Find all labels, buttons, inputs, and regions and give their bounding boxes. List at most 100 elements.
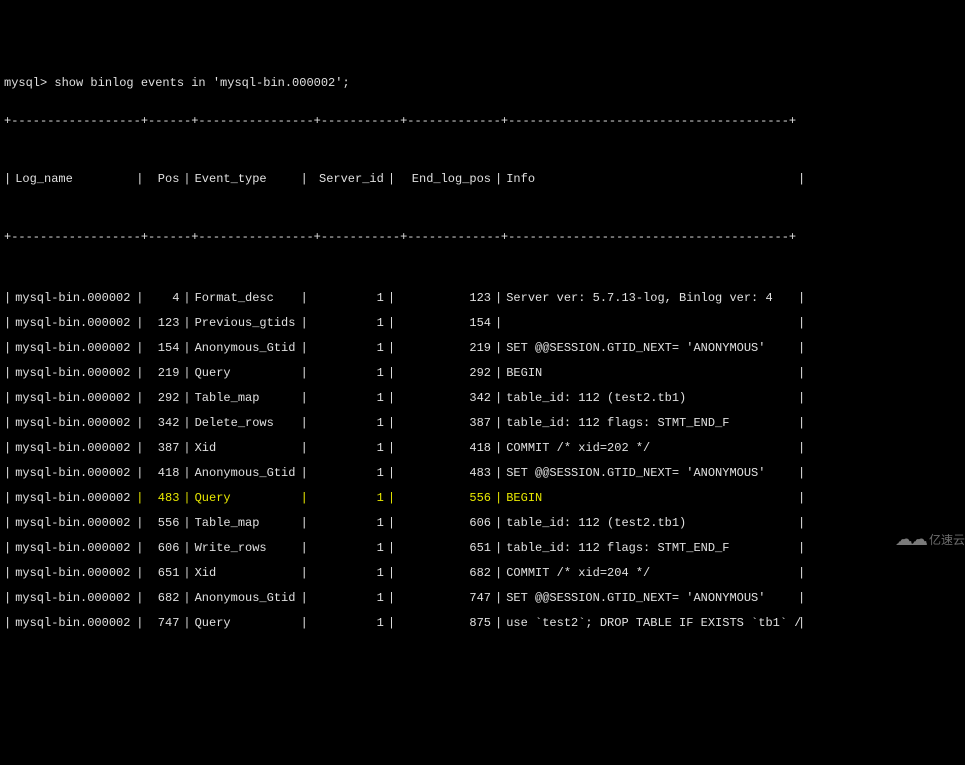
header-info: Info [502, 170, 802, 188]
cell-logname: mysql-bin.000002 [11, 614, 136, 632]
cell-info: SET @@SESSION.GTID_NEXT= 'ANONYMOUS' [502, 589, 802, 607]
col-separator: | [798, 414, 805, 432]
col-separator: | [388, 589, 395, 607]
col-separator: | [388, 464, 395, 482]
col-separator: | [388, 414, 395, 432]
table-row: |mysql-bin.000002|556|Table_map|1|606|ta… [4, 514, 965, 532]
col-separator: | [388, 170, 395, 188]
col-separator: | [495, 314, 502, 332]
cell-logname: mysql-bin.000002 [11, 564, 136, 582]
col-separator: | [388, 564, 395, 582]
col-separator: | [4, 439, 11, 457]
col-separator: | [183, 289, 190, 307]
col-separator: | [4, 339, 11, 357]
cell-pos: 387 [143, 439, 183, 457]
cell-info: SET @@SESSION.GTID_NEXT= 'ANONYMOUS' [502, 339, 802, 357]
col-separator: | [4, 364, 11, 382]
cell-end-log-pos: 747 [395, 589, 495, 607]
col-separator: | [301, 170, 308, 188]
col-separator: | [183, 389, 190, 407]
cell-event-type: Xid [191, 564, 301, 582]
cell-server-id: 1 [308, 489, 388, 507]
separator-line-header: +------------------+------+-------------… [4, 228, 965, 246]
cell-event-type: Query [191, 614, 301, 632]
col-separator: | [183, 514, 190, 532]
cell-server-id: 1 [308, 539, 388, 557]
cell-event-type: Anonymous_Gtid [191, 464, 301, 482]
cell-logname: mysql-bin.000002 [11, 289, 136, 307]
cell-logname: mysql-bin.000002 [11, 364, 136, 382]
col-separator: | [4, 464, 11, 482]
col-separator: | [388, 489, 395, 507]
cell-pos: 682 [143, 589, 183, 607]
cell-info: Server ver: 5.7.13-log, Binlog ver: 4 [502, 289, 802, 307]
col-separator: | [4, 314, 11, 332]
table-row: |mysql-bin.000002|651|Xid|1|682|COMMIT /… [4, 564, 965, 582]
col-separator: | [136, 414, 143, 432]
cell-event-type: Anonymous_Gtid [191, 339, 301, 357]
cell-end-log-pos: 483 [395, 464, 495, 482]
col-separator: | [495, 589, 502, 607]
cell-logname: mysql-bin.000002 [11, 464, 136, 482]
cell-info: COMMIT /* xid=204 */ [502, 564, 802, 582]
col-separator: | [495, 170, 502, 188]
cell-info: SET @@SESSION.GTID_NEXT= 'ANONYMOUS' [502, 464, 802, 482]
col-separator: | [495, 339, 502, 357]
col-separator: | [183, 170, 190, 188]
cell-logname: mysql-bin.000002 [11, 589, 136, 607]
cell-logname: mysql-bin.000002 [11, 439, 136, 457]
col-separator: | [388, 514, 395, 532]
cell-pos: 219 [143, 364, 183, 382]
col-separator: | [136, 464, 143, 482]
col-separator: | [495, 564, 502, 582]
col-separator: | [4, 170, 11, 188]
cell-end-log-pos: 342 [395, 389, 495, 407]
cell-end-log-pos: 154 [395, 314, 495, 332]
table-row: |mysql-bin.000002|606|Write_rows|1|651|t… [4, 539, 965, 557]
col-separator: | [301, 539, 308, 557]
col-separator: | [183, 339, 190, 357]
col-separator: | [136, 589, 143, 607]
col-separator: | [301, 389, 308, 407]
col-separator: | [798, 589, 805, 607]
cell-logname: mysql-bin.000002 [11, 389, 136, 407]
col-separator: | [183, 614, 190, 632]
cell-server-id: 1 [308, 464, 388, 482]
col-separator: | [301, 414, 308, 432]
cell-pos: 747 [143, 614, 183, 632]
col-separator: | [495, 489, 502, 507]
watermark: ☁☁ 亿速云 [895, 526, 965, 553]
cell-end-log-pos: 418 [395, 439, 495, 457]
table-row: |mysql-bin.000002|682|Anonymous_Gtid|1|7… [4, 589, 965, 607]
col-separator: | [798, 439, 805, 457]
cell-server-id: 1 [308, 589, 388, 607]
cell-logname: mysql-bin.000002 [11, 489, 136, 507]
mysql-prompt: mysql> show binlog events in 'mysql-bin.… [4, 74, 965, 92]
col-separator: | [301, 464, 308, 482]
header-end-log-pos: End_log_pos [395, 170, 495, 188]
col-separator: | [388, 364, 395, 382]
col-separator: | [301, 614, 308, 632]
table-row: |mysql-bin.000002|747|Query|1|875|use `t… [4, 614, 965, 632]
col-separator: | [388, 539, 395, 557]
cell-server-id: 1 [308, 314, 388, 332]
col-separator: | [301, 564, 308, 582]
col-separator: | [136, 389, 143, 407]
col-separator: | [388, 614, 395, 632]
table-header-row: | Log_name | Pos | Event_type | Server_i… [4, 170, 965, 188]
col-separator: | [136, 564, 143, 582]
col-separator: | [136, 489, 143, 507]
header-server-id: Server_id [308, 170, 388, 188]
cell-info: use `test2`; DROP TABLE IF EXISTS `tb1` … [502, 614, 802, 632]
col-separator: | [183, 589, 190, 607]
col-separator: | [798, 514, 805, 532]
separator-line-top: +------------------+------+-------------… [4, 112, 965, 130]
col-separator: | [798, 464, 805, 482]
cell-event-type: Table_map [191, 514, 301, 532]
col-separator: | [183, 489, 190, 507]
col-separator: | [798, 389, 805, 407]
cell-event-type: Table_map [191, 389, 301, 407]
cell-server-id: 1 [308, 389, 388, 407]
cell-end-log-pos: 556 [395, 489, 495, 507]
col-separator: | [4, 614, 11, 632]
